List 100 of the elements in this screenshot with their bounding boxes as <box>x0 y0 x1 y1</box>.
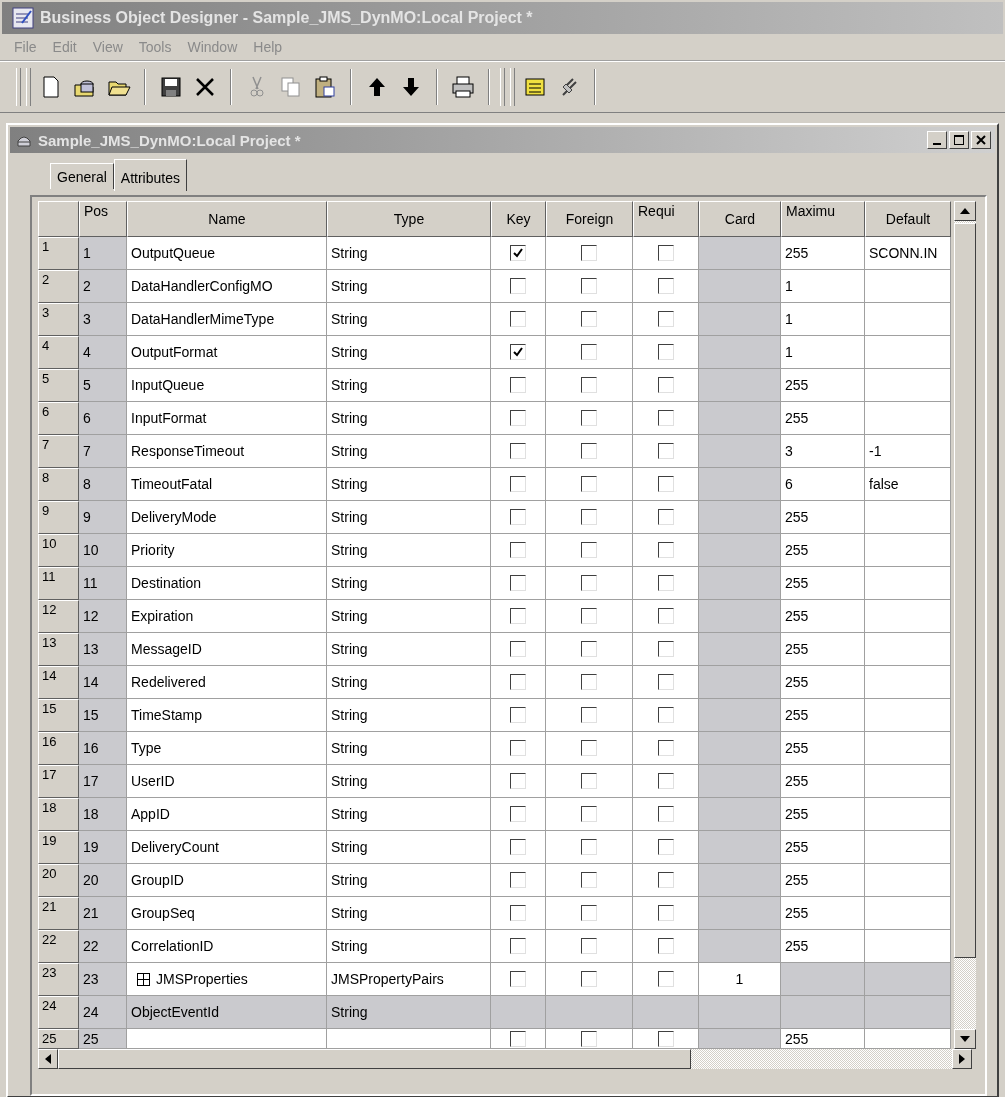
checkbox[interactable] <box>581 938 597 954</box>
row-number[interactable]: 18 <box>38 798 79 831</box>
column-header[interactable]: Name <box>127 201 327 237</box>
checkbox[interactable] <box>510 806 526 822</box>
left-arrow-icon[interactable] <box>45 1054 51 1064</box>
row-number[interactable]: 12 <box>38 600 79 633</box>
checkbox[interactable] <box>581 575 597 591</box>
checkbox[interactable] <box>657 971 674 987</box>
row-number[interactable]: 17 <box>38 765 79 798</box>
checkbox[interactable] <box>657 740 674 756</box>
checkbox[interactable] <box>581 377 597 393</box>
checkbox[interactable] <box>510 311 526 327</box>
checkbox[interactable] <box>581 311 597 327</box>
checkbox[interactable] <box>510 707 526 723</box>
checkbox[interactable] <box>657 905 674 921</box>
close-button[interactable] <box>971 131 991 149</box>
checkbox[interactable] <box>581 542 597 558</box>
checkbox[interactable] <box>657 674 674 690</box>
checkbox[interactable] <box>510 773 526 789</box>
checkbox[interactable] <box>657 476 674 492</box>
checkbox[interactable] <box>581 509 597 525</box>
tab[interactable]: General <box>50 163 114 189</box>
checkbox[interactable] <box>510 740 526 756</box>
checkbox[interactable] <box>581 839 597 855</box>
row-number[interactable]: 19 <box>38 831 79 864</box>
checkbox[interactable] <box>581 872 597 888</box>
checkbox[interactable] <box>581 740 597 756</box>
checkbox[interactable] <box>510 674 526 690</box>
row-number[interactable]: 11 <box>38 567 79 600</box>
checkbox[interactable] <box>510 278 526 294</box>
row-number[interactable]: 5 <box>38 369 79 402</box>
row-number[interactable]: 20 <box>38 864 79 897</box>
checkbox[interactable] <box>510 641 526 657</box>
row-number[interactable]: 23 <box>38 963 79 996</box>
checkbox[interactable] <box>510 443 526 459</box>
column-header[interactable]: Foreign <box>546 201 633 237</box>
row-number[interactable]: 22 <box>38 930 79 963</box>
checkbox[interactable] <box>657 443 674 459</box>
vertical-scrollbar[interactable] <box>954 201 976 1049</box>
checkbox[interactable] <box>657 311 674 327</box>
column-header[interactable]: Default <box>865 201 951 237</box>
expand-icon[interactable] <box>137 972 150 986</box>
checkbox[interactable] <box>657 410 674 426</box>
checkbox[interactable] <box>581 641 597 657</box>
checkbox[interactable] <box>581 278 597 294</box>
row-number[interactable]: 15 <box>38 699 79 732</box>
checkbox[interactable] <box>510 245 526 261</box>
checkbox[interactable] <box>581 905 597 921</box>
minimize-button[interactable] <box>927 131 947 149</box>
checkbox[interactable] <box>581 773 597 789</box>
column-header[interactable]: Requi <box>633 201 699 237</box>
row-number[interactable]: 9 <box>38 501 79 534</box>
checkbox[interactable] <box>581 443 597 459</box>
tab[interactable]: Attributes <box>113 159 187 191</box>
column-header[interactable]: Pos <box>79 201 127 237</box>
row-number[interactable]: 13 <box>38 633 79 666</box>
row-number[interactable]: 10 <box>38 534 79 567</box>
checkbox[interactable] <box>581 971 597 987</box>
down-arrow-icon[interactable] <box>960 1036 970 1042</box>
checkbox[interactable] <box>657 278 674 294</box>
horizontal-scrollbar[interactable] <box>38 1049 972 1069</box>
checkbox[interactable] <box>657 608 674 624</box>
checkbox[interactable] <box>657 872 674 888</box>
checkbox[interactable] <box>581 608 597 624</box>
checkbox[interactable] <box>657 839 674 855</box>
checkbox[interactable] <box>657 245 674 261</box>
row-number[interactable]: 7 <box>38 435 79 468</box>
row-number[interactable]: 8 <box>38 468 79 501</box>
checkbox[interactable] <box>657 641 674 657</box>
checkbox[interactable] <box>657 1031 674 1047</box>
checkbox[interactable] <box>510 872 526 888</box>
checkbox[interactable] <box>657 542 674 558</box>
checkbox[interactable] <box>510 608 526 624</box>
checkbox[interactable] <box>657 938 674 954</box>
checkbox[interactable] <box>510 905 526 921</box>
checkbox[interactable] <box>510 509 526 525</box>
checkbox[interactable] <box>581 476 597 492</box>
checkbox[interactable] <box>657 707 674 723</box>
column-header[interactable]: Key <box>491 201 546 237</box>
column-header[interactable]: Type <box>327 201 491 237</box>
checkbox[interactable] <box>657 377 674 393</box>
checkbox[interactable] <box>657 806 674 822</box>
checkbox[interactable] <box>510 476 526 492</box>
column-header[interactable]: Card <box>699 201 781 237</box>
row-number[interactable]: 1 <box>38 237 79 270</box>
row-number[interactable]: 6 <box>38 402 79 435</box>
checkbox[interactable] <box>510 344 526 360</box>
row-number[interactable]: 16 <box>38 732 79 765</box>
checkbox[interactable] <box>510 410 526 426</box>
checkbox[interactable] <box>581 410 597 426</box>
checkbox[interactable] <box>657 575 674 591</box>
right-arrow-icon[interactable] <box>959 1054 965 1064</box>
row-number[interactable]: 25 <box>38 1029 79 1049</box>
column-header[interactable]: Maximu <box>781 201 865 237</box>
checkbox[interactable] <box>581 344 597 360</box>
row-number[interactable]: 14 <box>38 666 79 699</box>
checkbox[interactable] <box>581 707 597 723</box>
checkbox[interactable] <box>510 377 526 393</box>
checkbox[interactable] <box>510 575 526 591</box>
row-number[interactable]: 4 <box>38 336 79 369</box>
